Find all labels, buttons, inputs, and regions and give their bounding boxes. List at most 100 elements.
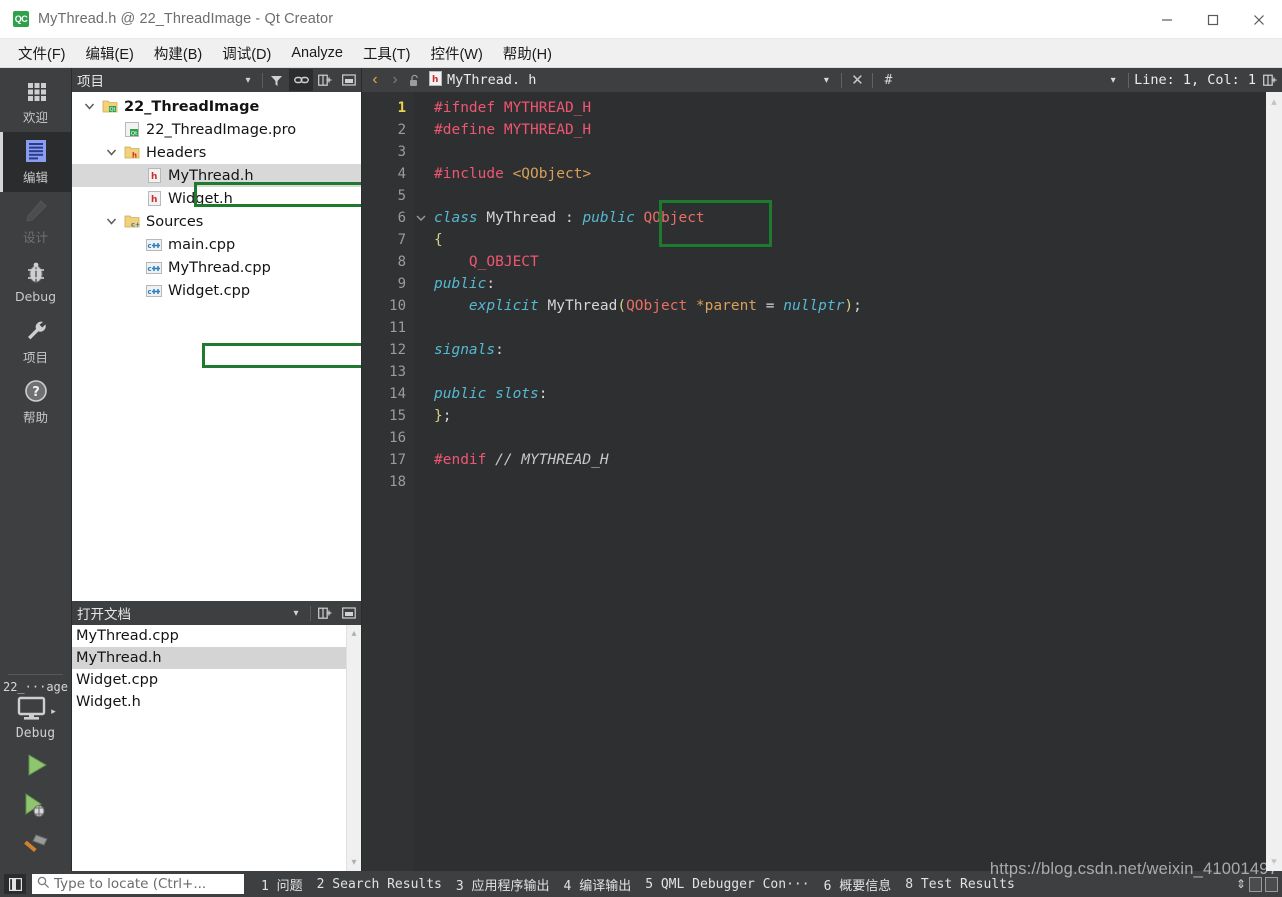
- chevron-down-icon[interactable]: [100, 148, 122, 157]
- link-with-editor-icon[interactable]: [289, 69, 313, 91]
- build-button[interactable]: [0, 825, 71, 865]
- code-token: <QObject>: [512, 166, 592, 182]
- tree-item-mythread-cpp[interactable]: c MyThread.cpp: [72, 256, 361, 279]
- unlocked-icon[interactable]: [405, 69, 425, 91]
- pro-file-icon: Qt: [122, 122, 142, 137]
- output-pane-button[interactable]: 6 概要信息: [817, 873, 899, 896]
- navigate-back-button[interactable]: ‹: [365, 69, 385, 91]
- kit-chevron-icon: ▸: [51, 706, 56, 716]
- mode-Debug[interactable]: Debug: [0, 252, 71, 312]
- status-bar-right: ⇕: [1236, 876, 1278, 892]
- chevron-down-icon[interactable]: [100, 217, 122, 226]
- code-token: nullptr: [783, 298, 845, 314]
- symbol-selector[interactable]: #: [878, 69, 898, 91]
- locator-input[interactable]: Type to locate (Ctrl+...: [32, 874, 244, 894]
- tree-item-headers[interactable]: h Headers: [72, 141, 361, 164]
- filter-icon[interactable]: [265, 69, 289, 91]
- output-pane-button[interactable]: 4 编译输出: [557, 873, 639, 896]
- mode-项目[interactable]: 项目: [0, 312, 71, 372]
- code-line: explicit MyThread(QObject *parent = null…: [434, 295, 1266, 317]
- editor-file-chip[interactable]: h MyThread. h: [429, 70, 536, 90]
- open-documents-scrollbar[interactable]: ▴ ▾: [346, 625, 361, 871]
- run-button[interactable]: [0, 745, 71, 785]
- menu-build[interactable]: 构建(B): [145, 40, 211, 67]
- kit-selector-area: 22_···age ▸ Debug: [0, 674, 71, 871]
- menu-analyze[interactable]: Analyze: [282, 42, 352, 64]
- kit-selector[interactable]: 22_···age ▸ Debug: [0, 680, 71, 745]
- scroll-down-arrow-icon[interactable]: ▾: [1271, 855, 1277, 868]
- line-number: 3: [397, 144, 406, 160]
- code-token: MyThread: [547, 298, 618, 314]
- tree-item-label: 22_ThreadImage: [124, 98, 260, 115]
- grid-icon: [25, 78, 47, 104]
- tree-item-widget-cpp[interactable]: c Widget.cpp: [72, 279, 361, 302]
- fold-gutter[interactable]: [414, 92, 428, 871]
- code-line: };: [434, 405, 1266, 427]
- svg-text:?: ?: [32, 385, 40, 400]
- maximize-button[interactable]: [1190, 0, 1236, 39]
- project-tree[interactable]: Qt 22_ThreadImage Qt 22_ThreadImage.pro h Hea…: [72, 92, 361, 601]
- open-document-item[interactable]: MyThread.cpp: [72, 625, 361, 647]
- tree-item-widget-h[interactable]: h Widget.h: [72, 187, 361, 210]
- navigate-forward-button[interactable]: ›: [385, 69, 405, 91]
- menu-window[interactable]: 控件(W): [421, 40, 491, 67]
- start-debugging-button[interactable]: [0, 785, 71, 825]
- editor-file-dropdown-icon[interactable]: ▾: [816, 69, 836, 91]
- close-editor-button[interactable]: ✕: [847, 69, 867, 91]
- tree-item-sources[interactable]: c+ Sources: [72, 210, 361, 233]
- fold-chevron-icon[interactable]: [414, 207, 428, 229]
- output-pane-button[interactable]: 1 问题: [254, 873, 310, 896]
- output-pane-buttons: 1 问题 2 Search Results 3 应用程序输出 4 编译输出 5 QML …: [254, 873, 1022, 896]
- mode-selector-bar: 欢迎 编辑 设计 Debug 项目? 帮助 22_···age ▸ Debug: [0, 68, 72, 871]
- line-number: 18: [389, 474, 406, 490]
- mode-编辑[interactable]: 编辑: [0, 132, 71, 192]
- projects-dropdown-chevron-icon[interactable]: ▾: [236, 69, 260, 91]
- code-text[interactable]: #ifndef MYTHREAD_H #define MYTHREAD_H #inc…: [428, 92, 1266, 871]
- menu-file[interactable]: 文件(F): [9, 40, 75, 67]
- menu-edit[interactable]: 编辑(E): [77, 40, 143, 67]
- scroll-up-arrow-icon[interactable]: ▴: [351, 628, 356, 639]
- split-icon[interactable]: [313, 602, 337, 624]
- close-panel-icon[interactable]: [337, 69, 361, 91]
- open-document-item[interactable]: MyThread.h: [72, 647, 361, 669]
- minimize-button[interactable]: [1144, 0, 1190, 39]
- open-documents-list[interactable]: MyThread.cpp MyThread.h Widget.cpp Widget.h…: [72, 625, 361, 871]
- tree-item-22-threadimage-pro[interactable]: Qt 22_ThreadImage.pro: [72, 118, 361, 141]
- toggle-sidebar-icon[interactable]: [4, 874, 26, 894]
- output-pane-button[interactable]: 3 应用程序输出: [449, 873, 557, 896]
- editor-scrollbar[interactable]: ▴ ▾: [1266, 92, 1282, 871]
- open-document-item[interactable]: Widget.h: [72, 691, 361, 713]
- split-editor-icon[interactable]: [1260, 69, 1280, 91]
- close-button[interactable]: [1236, 0, 1282, 39]
- tree-item-label: main.cpp: [168, 236, 236, 253]
- output-pane-button[interactable]: 8 Test Results: [898, 875, 1022, 894]
- close-panel-icon[interactable]: [337, 602, 361, 624]
- line-number: 15: [389, 408, 406, 424]
- kit-project-name: 22_···age: [2, 680, 69, 694]
- code-editor[interactable]: 1 2 3 4 5 6 7 8 9 10 11 12 13 14 15 16 17 18 #ifndef MYTH…: [362, 92, 1282, 871]
- menu-debug[interactable]: 调试(D): [213, 40, 280, 67]
- output-expand-icon[interactable]: ⇕: [1236, 877, 1246, 891]
- menu-help[interactable]: 帮助(H): [494, 40, 561, 67]
- scroll-down-arrow-icon[interactable]: ▾: [351, 857, 356, 868]
- mode-帮助[interactable]: ? 帮助: [0, 372, 71, 432]
- split-icon[interactable]: [313, 69, 337, 91]
- output-pane-button[interactable]: 5 QML Debugger Con···: [638, 875, 816, 894]
- wrench-icon: [24, 318, 48, 344]
- tree-item-main-cpp[interactable]: c main.cpp: [72, 233, 361, 256]
- output-pane-label: 问题: [268, 878, 303, 894]
- chevron-down-icon[interactable]: [78, 102, 100, 111]
- scroll-up-arrow-icon[interactable]: ▴: [1271, 95, 1277, 108]
- menu-tools[interactable]: 工具(T): [354, 40, 420, 67]
- symbol-dropdown-icon[interactable]: ▾: [1103, 69, 1123, 91]
- opendocs-dropdown-chevron-icon[interactable]: ▾: [284, 602, 308, 624]
- mode-欢迎[interactable]: 欢迎: [0, 72, 71, 132]
- tree-item-22-threadimage[interactable]: Qt 22_ThreadImage: [72, 95, 361, 118]
- open-document-item[interactable]: Widget.cpp: [72, 669, 361, 691]
- line-number: 5: [397, 188, 406, 204]
- output-pane-button[interactable]: 2 Search Results: [310, 875, 449, 894]
- tree-item-mythread-h[interactable]: h MyThread.h: [72, 164, 361, 187]
